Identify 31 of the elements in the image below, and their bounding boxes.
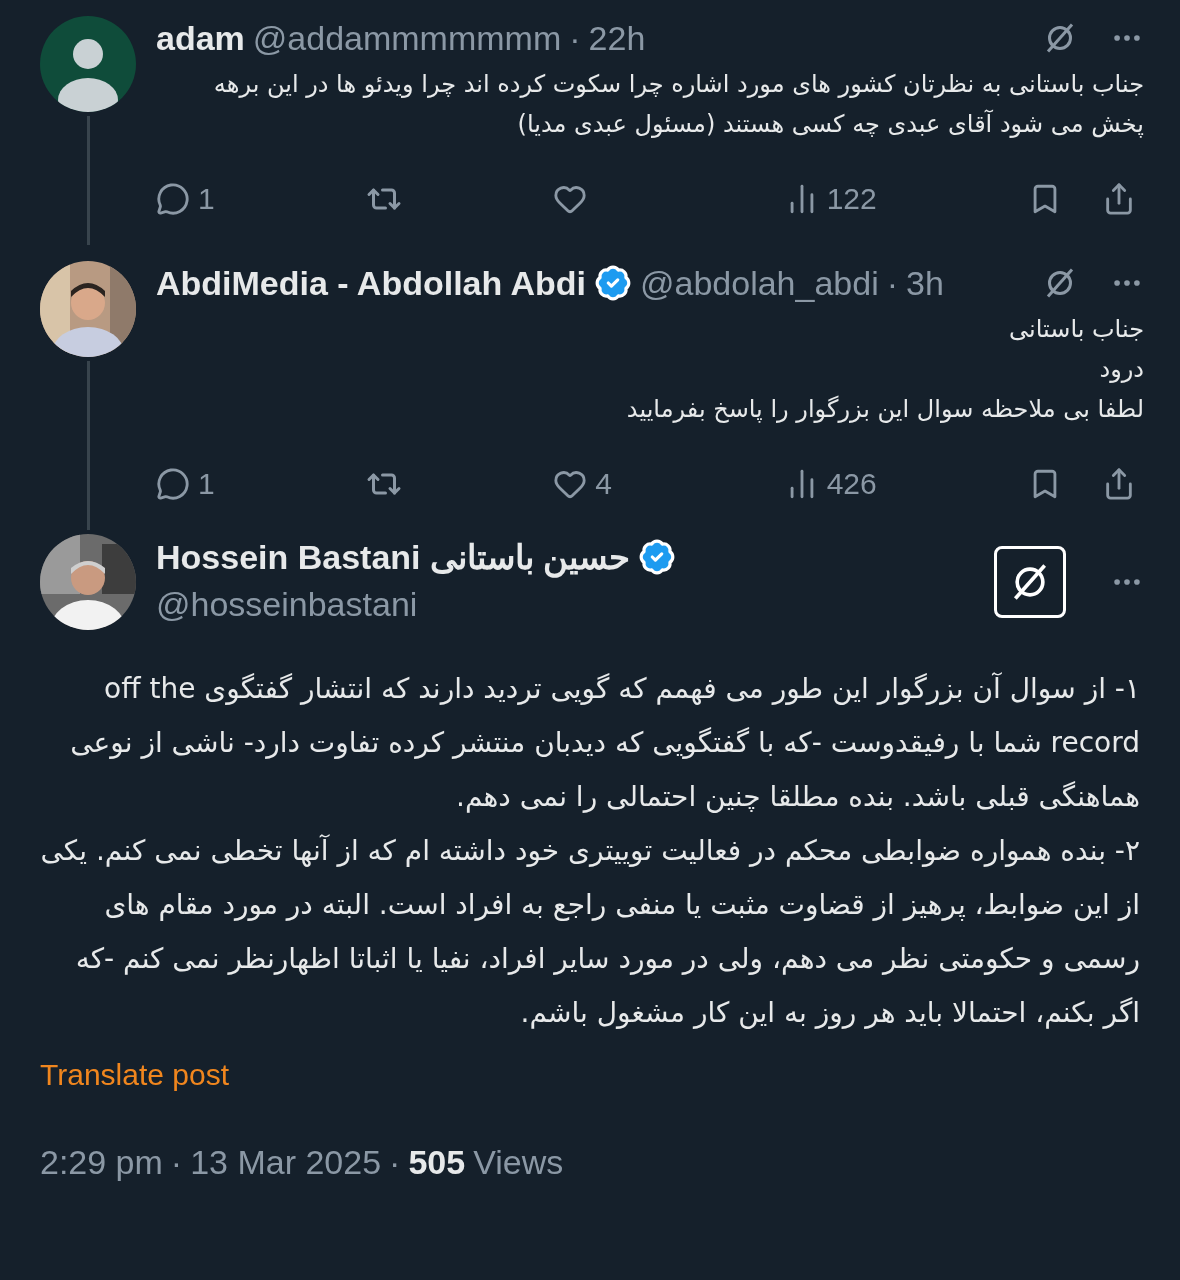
post-paragraph: ۱- از سوال آن بزرگوار این طور می فهمم که گویی تردید دارند که انتشار گفتگوی off the record شما با رفیقدوست -که با گفتگویی که دیدبان منتشر کرده تفاوت دارد- ناشی از نوعی هماهنگی قبلی باشد. بنده مطلقا چنین احتمالی را نمی دهم.	[69, 671, 1140, 815]
post-time[interactable]: 3h	[906, 261, 944, 305]
separator-dot: ·	[569, 18, 581, 59]
post-date[interactable]: 13 Mar 2025	[190, 1137, 382, 1188]
author-name[interactable]: adam	[156, 16, 245, 60]
grok-button[interactable]	[994, 546, 1066, 618]
reply-text: لطفا بی ملاحظه سوال این بزرگوار را پاسخ بفرمایید	[625, 394, 1144, 425]
reply-text: جناب باستانی به نظرتان کشور های مورد اشاره چرا سکوت کرده اند چرا ویدئو ها در این برهه پخش می شود آقای عبدی چه کسی هستند (مسئول عبدی مدیا)	[212, 69, 1144, 140]
separator-dot: ·	[886, 263, 899, 304]
reply-button[interactable]: 1	[156, 461, 215, 506]
post-time[interactable]: 22h	[588, 16, 646, 60]
speech-bubble-icon	[156, 181, 190, 216]
views-label: Views	[473, 1142, 564, 1183]
separator-dot: ·	[389, 1142, 401, 1183]
reply-text: جناب باستانی	[1008, 314, 1144, 345]
separator-dot: ·	[170, 1142, 183, 1183]
author-handle[interactable]: @abdolah_abdi	[640, 261, 879, 305]
reply-button[interactable]: 1	[156, 176, 215, 221]
views-button[interactable]: 426	[784, 461, 877, 506]
author-name[interactable]: Hossein Bastani حسین باستانی	[156, 534, 631, 579]
author-handle[interactable]: @addammmmmmm	[252, 16, 562, 60]
view-count: 505	[408, 1142, 466, 1183]
speech-bubble-icon	[156, 466, 190, 501]
author-name[interactable]: AbdiMedia - Abdollah Abdi	[156, 261, 586, 305]
post-paragraph: ۲- بنده همواره ضوابطی محکم در فعالیت توییتری خود داشته ام که از آنها تخطی نمی کنم. یکی از این ضوابط، پرهیز از قضاوت مثبت یا منفی راجع به افراد است. البته در مورد مقام های رسمی و حکومتی نظر می دهم، ولی در مورد سایر افراد، نفیا یا اثباتا اظهارنظر نمی کنم -که اگر بکنم، احتمالا باید هر روز به این کار مشغول باشم.	[40, 833, 1140, 1031]
like-button[interactable]: 4	[553, 461, 634, 506]
translate-link[interactable]: Translate post	[40, 1052, 229, 1097]
reply-text: درود	[1098, 354, 1144, 385]
views-button[interactable]: 122	[784, 176, 877, 221]
post-time[interactable]: 2:29 pm	[40, 1137, 163, 1188]
author-handle[interactable]: @hosseinbastani	[156, 584, 418, 623]
